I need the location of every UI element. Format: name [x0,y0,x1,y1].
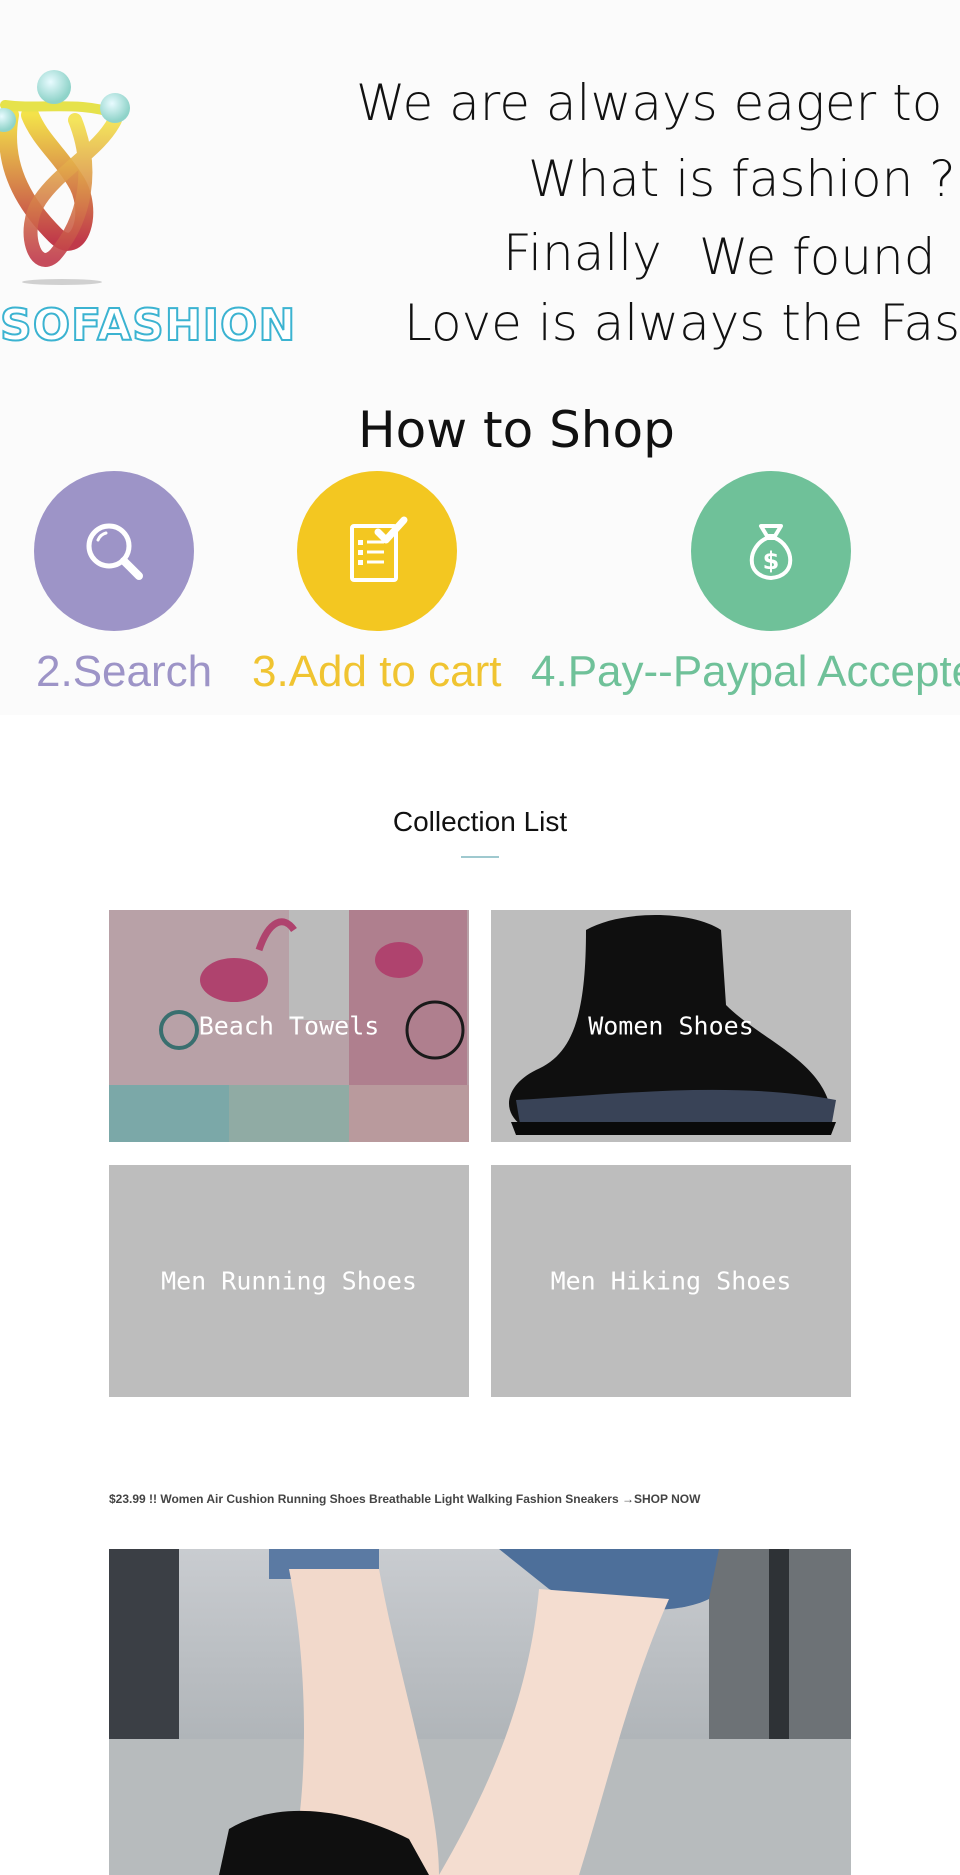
collection-list-title: Collection List [392,806,568,837]
tagline-line-4: Love is always the Fash [404,294,960,352]
sneaker-photo [109,1549,851,1875]
step-pay-label: 4.Pay--Paypal Accepte [531,647,960,696]
tagline-line-3b: We found [699,228,936,286]
tagline-line-3a: Finally [503,224,662,282]
search-icon [86,523,143,580]
promo-shop-now-link[interactable]: $23.99 !! Women Air Cushion Running Shoe… [109,1492,700,1506]
hero-banner: SOFASHION We are always eager to What is… [0,0,960,715]
step-pay-circle: $ [691,471,851,631]
how-to-shop-title: How to Shop [358,401,675,459]
checklist-icon [350,516,408,582]
step-cart-circle [297,471,457,631]
collection-tile-men-hiking-shoes[interactable]: Men Hiking Shoes [491,1165,851,1397]
collection-label: Men Running Shoes [161,1266,417,1296]
step-search-label: 2.Search [36,647,213,696]
collection-tile-beach-towels[interactable]: Beach Towels [109,910,469,1142]
svg-text:$: $ [763,547,780,575]
collection-tile-women-shoes[interactable]: Women Shoes [491,910,851,1142]
brand-logo-icon [0,70,130,285]
collection-tile-men-running-shoes[interactable]: Men Running Shoes [109,1165,469,1397]
tagline-line-2: What is fashion ? [528,150,956,208]
step-search-circle [34,471,194,631]
tagline-line-1: We are always eager to [356,74,943,132]
promo-product-image[interactable] [109,1549,851,1875]
step-cart-label: 3.Add to cart [252,647,502,696]
title-divider [461,856,499,858]
brand-logo-text: SOFASHION [0,299,297,352]
collection-label: Beach Towels [198,1011,380,1041]
collection-label: Women Shoes [588,1011,754,1041]
money-bag-icon: $ [749,524,793,580]
collection-label: Men Hiking Shoes [550,1266,792,1296]
